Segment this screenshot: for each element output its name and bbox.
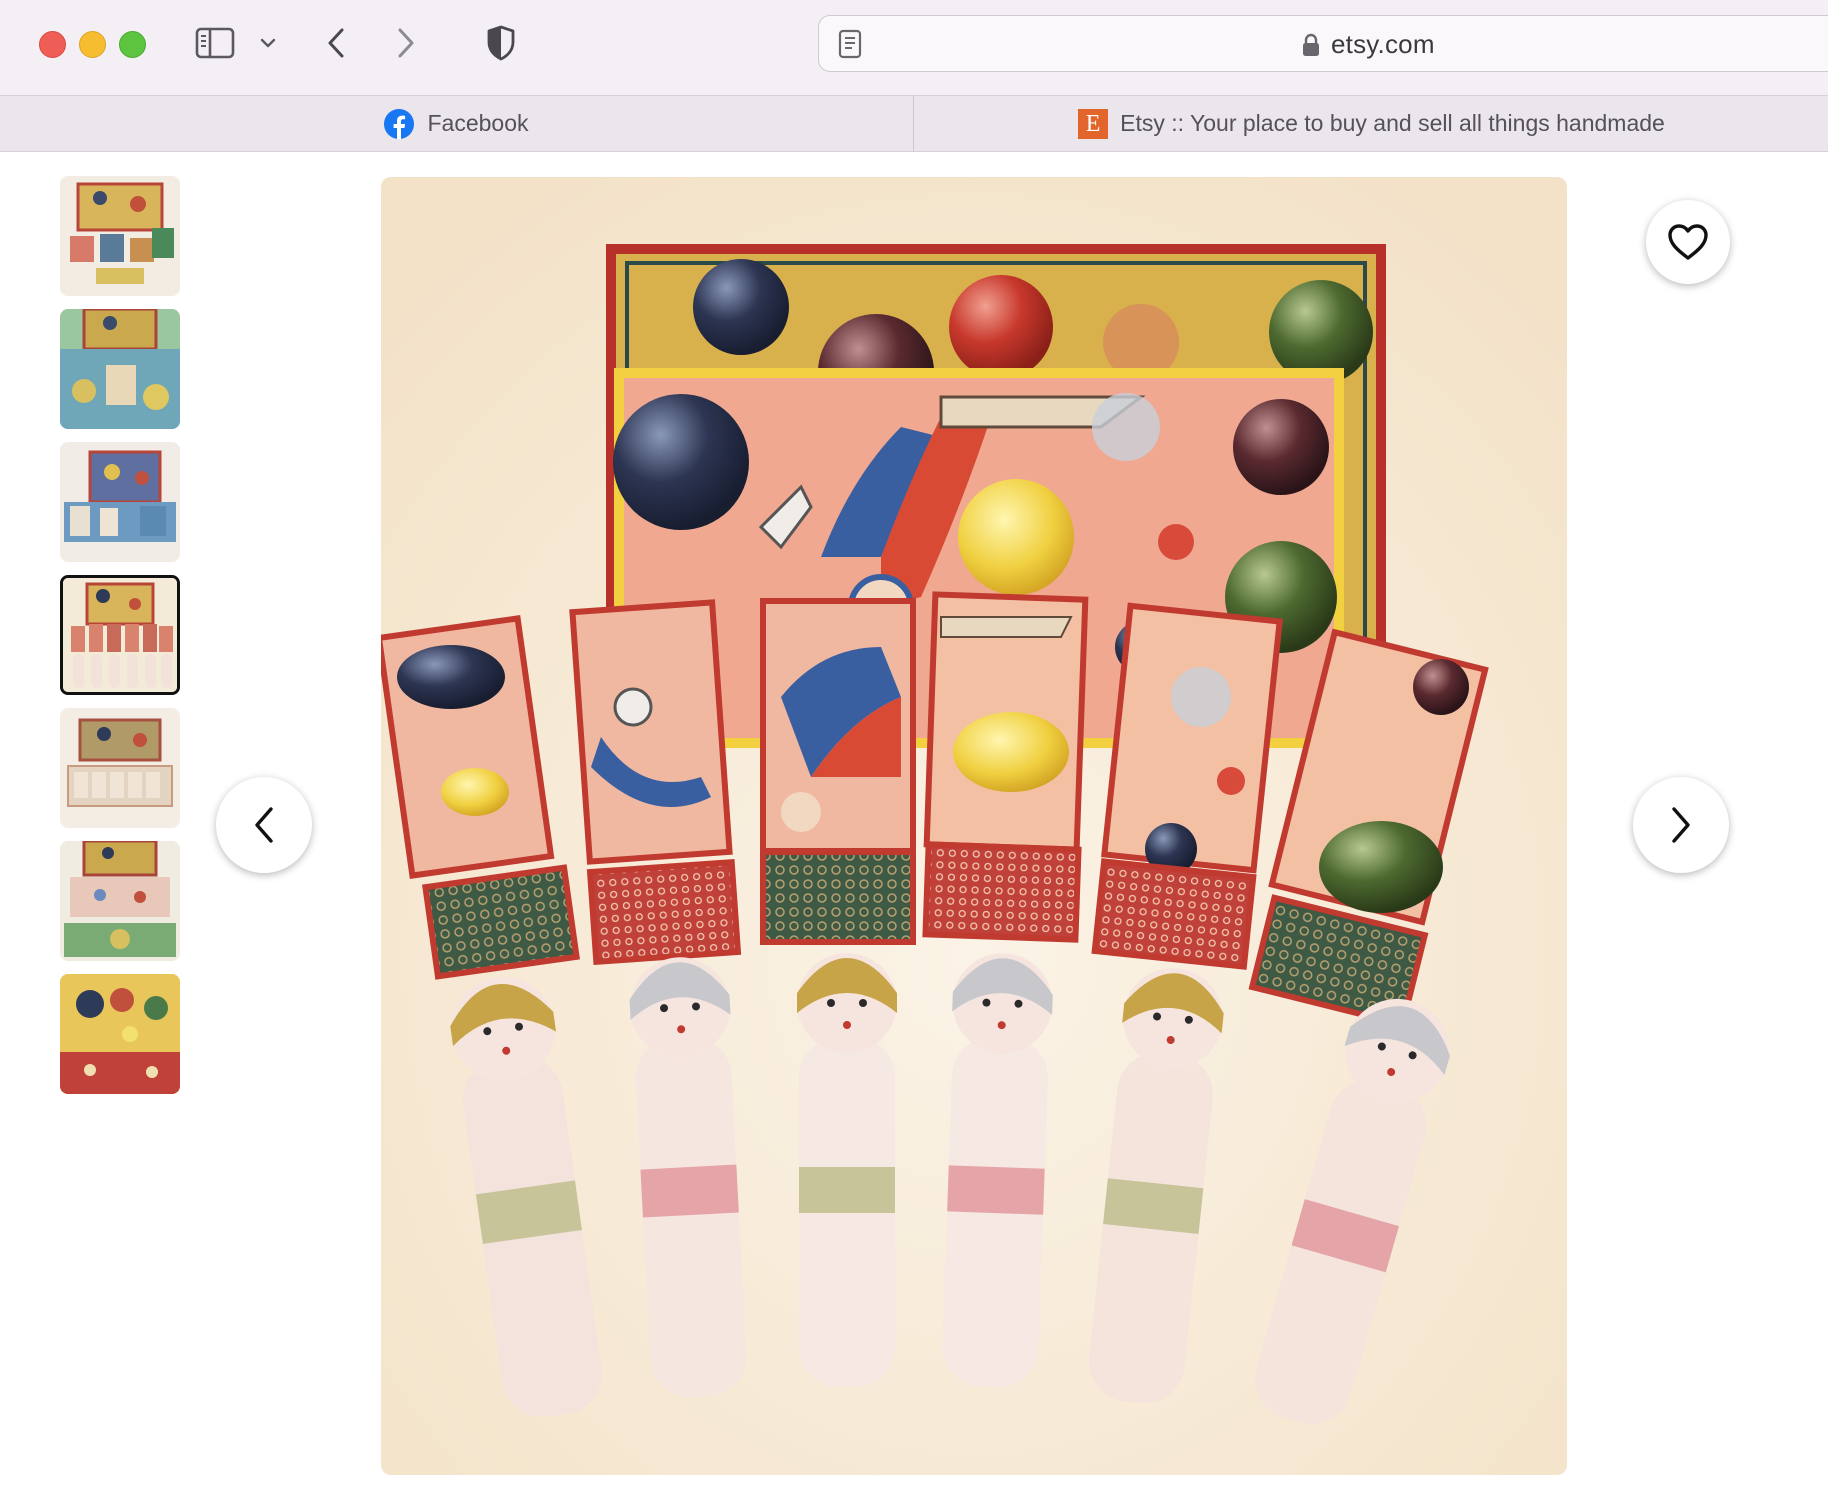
product-thumbnail-image [60, 176, 180, 296]
tab-title: Facebook [427, 110, 529, 136]
tab-facebook[interactable]: Facebook [0, 96, 912, 151]
thumbnail-2[interactable] [60, 309, 180, 429]
thumbnail-6[interactable] [60, 841, 180, 961]
privacy-shield-icon [487, 25, 515, 61]
favorite-button[interactable] [1646, 200, 1730, 284]
tab-title: Etsy :: Your place to buy and sell all t… [1120, 110, 1665, 136]
sidebar-toggle-button[interactable] [192, 22, 238, 64]
heart-icon [1668, 224, 1708, 260]
chevron-down-icon [260, 38, 276, 48]
thumbnail-1[interactable] [60, 176, 180, 296]
thumbnail-3[interactable] [60, 442, 180, 562]
zoom-window-button[interactable] [119, 31, 146, 58]
reader-mode-icon[interactable] [837, 29, 863, 59]
browser-toolbar: etsy.com [0, 0, 1828, 96]
back-button[interactable] [318, 22, 354, 64]
product-thumbnail-image [60, 442, 180, 562]
main-product-image[interactable] [381, 177, 1567, 1475]
chevron-right-icon [1672, 807, 1690, 843]
address-bar[interactable]: etsy.com [818, 15, 1828, 72]
lock-icon [1303, 33, 1319, 56]
previous-image-button[interactable] [216, 777, 312, 873]
product-thumbnail-image [60, 974, 180, 1094]
address-text: etsy.com [1331, 29, 1435, 59]
product-photo [381, 177, 1567, 1475]
forward-button[interactable] [388, 22, 424, 64]
etsy-icon: E [1078, 108, 1109, 139]
product-thumbnail-image [60, 708, 180, 828]
chevron-left-icon [255, 807, 273, 843]
address-host: etsy.com [1301, 29, 1435, 60]
next-image-button[interactable] [1633, 777, 1729, 873]
privacy-report-button[interactable] [480, 20, 522, 66]
back-arrow-icon [328, 28, 344, 58]
forward-arrow-icon [398, 28, 414, 58]
tab-group-menu-button[interactable] [256, 28, 280, 58]
thumbnail-7[interactable] [60, 974, 180, 1094]
product-thumbnail-image [60, 841, 180, 961]
thumbnail-5[interactable] [60, 708, 180, 828]
facebook-icon [384, 108, 415, 139]
close-window-button[interactable] [39, 31, 66, 58]
sidebar-icon [195, 27, 235, 59]
thumbnail-4-selected[interactable] [60, 575, 180, 695]
product-thumbnail-image [63, 578, 177, 692]
tab-etsy[interactable]: E Etsy :: Your place to buy and sell all… [913, 96, 1828, 151]
tab-bar: Facebook E Etsy :: Your place to buy and… [0, 96, 1828, 152]
product-thumbnail-image [60, 309, 180, 429]
minimize-window-button[interactable] [79, 31, 106, 58]
